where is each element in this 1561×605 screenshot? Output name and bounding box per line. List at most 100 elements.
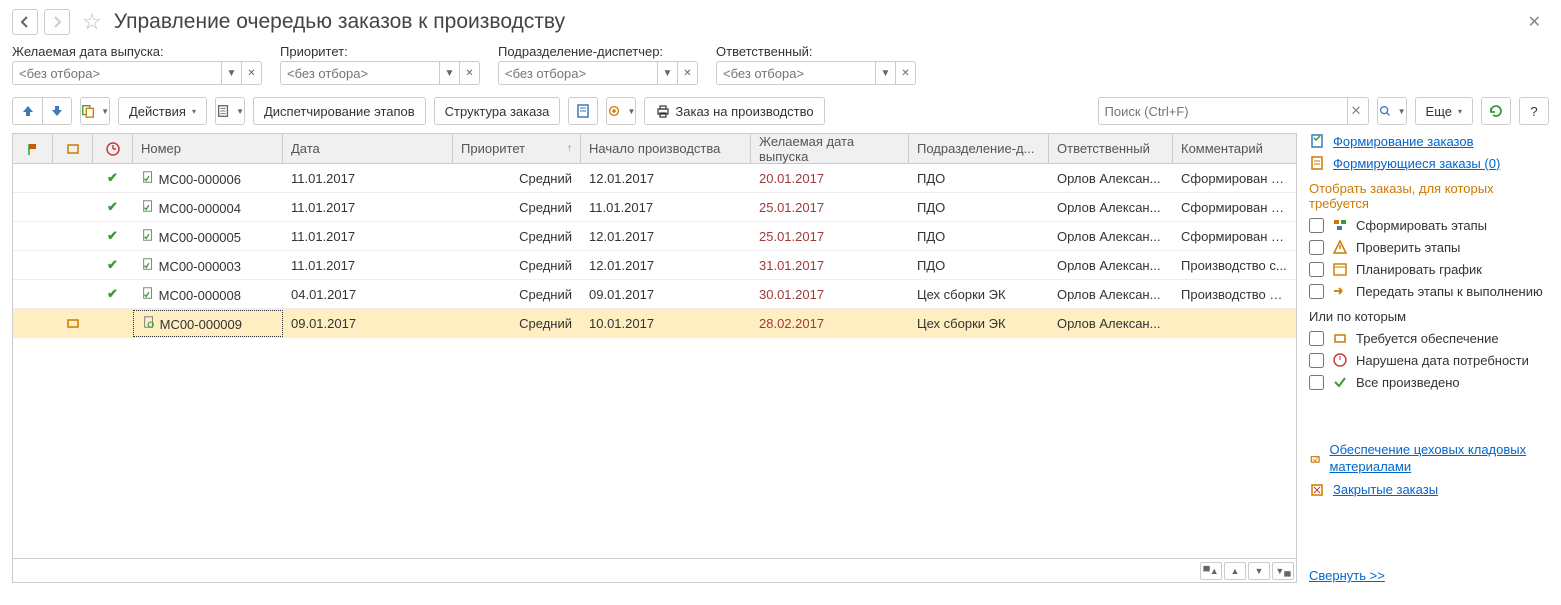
refresh-icon xyxy=(1488,103,1504,119)
actions-button[interactable]: Действия ▾ xyxy=(118,97,207,125)
filter-priority-dropdown[interactable]: ▼ xyxy=(440,61,460,85)
link-workshop-supply[interactable]: Обеспечение цеховых кладовых материалами xyxy=(1329,442,1549,476)
cell-department: Цех сборки ЭК xyxy=(909,283,1049,306)
cell-responsible: Орлов Алексан... xyxy=(1049,254,1173,277)
search-button[interactable]: ▼ xyxy=(1377,97,1407,125)
move-down-button[interactable] xyxy=(42,97,72,125)
table-row[interactable]: МС00-00000909.01.2017Средний10.01.201728… xyxy=(13,309,1296,338)
cell-department: ПДО xyxy=(909,196,1049,219)
plan-schedule-icon xyxy=(1332,261,1348,277)
header-responsible[interactable]: Ответственный xyxy=(1049,134,1173,163)
check-verify-stages[interactable] xyxy=(1309,240,1324,255)
header-priority[interactable]: Приоритет ↑ xyxy=(453,134,581,163)
header-desired[interactable]: Желаемая дата выпуска xyxy=(751,134,909,163)
cell-comment xyxy=(1173,319,1296,327)
nav-forward-button[interactable] xyxy=(44,9,70,35)
cell-department: Цех сборки ЭК xyxy=(909,312,1049,335)
help-button[interactable]: ? xyxy=(1519,97,1549,125)
orders-table: Номер Дата Приоритет ↑ Начало производст… xyxy=(12,133,1297,583)
check-green-icon: ✔ xyxy=(107,228,118,244)
check-date-violated[interactable] xyxy=(1309,353,1324,368)
link-forming-orders[interactable]: Формирующиеся заказы (0) xyxy=(1333,156,1500,171)
actions-label: Действия xyxy=(129,104,186,119)
copy-icon xyxy=(81,103,95,119)
report-button[interactable] xyxy=(568,97,598,125)
page-title: Управление очередью заказов к производст… xyxy=(114,10,565,34)
check-green-icon: ✔ xyxy=(107,170,118,186)
close-button[interactable]: ✕ xyxy=(1520,8,1549,36)
check-green-icon: ✔ xyxy=(107,286,118,302)
arrow-down-blue-icon xyxy=(49,103,65,119)
table-row[interactable]: ✔ МС00-00000804.01.2017Средний09.01.2017… xyxy=(13,280,1296,309)
check-send-stages[interactable] xyxy=(1309,284,1324,299)
nav-back-button[interactable] xyxy=(12,9,38,35)
cell-comment: Сформирован а... xyxy=(1173,167,1296,190)
check-all-done[interactable] xyxy=(1309,375,1324,390)
table-row[interactable]: ✔ МС00-00000511.01.2017Средний12.01.2017… xyxy=(13,222,1296,251)
header-number[interactable]: Номер xyxy=(133,134,283,163)
cell-priority: Средний xyxy=(453,254,581,277)
verify-stages-icon xyxy=(1332,239,1348,255)
check-supply-needed[interactable] xyxy=(1309,331,1324,346)
header-col-hold[interactable] xyxy=(53,134,93,163)
filter-department-dropdown[interactable]: ▼ xyxy=(658,61,678,85)
production-order-button[interactable]: Заказ на производство xyxy=(644,97,824,125)
link-form-orders[interactable]: Формирование заказов xyxy=(1333,134,1473,149)
check-form-stages-label: Сформировать этапы xyxy=(1356,218,1487,233)
dispatch-button[interactable]: Диспетчирование этапов xyxy=(253,97,426,125)
cell-start: 12.01.2017 xyxy=(581,254,751,277)
copy-button[interactable]: ▼ xyxy=(80,97,110,125)
header-date[interactable]: Дата xyxy=(283,134,453,163)
cell-department: ПДО xyxy=(909,225,1049,248)
cell-responsible: Орлов Алексан... xyxy=(1049,312,1173,335)
form-stages-icon xyxy=(1332,217,1348,233)
cell-start: 12.01.2017 xyxy=(581,167,751,190)
collapse-panel-link[interactable]: Свернуть >> xyxy=(1309,560,1549,583)
search-clear-button[interactable]: ✕ xyxy=(1345,97,1369,125)
filter-desired-date-input[interactable] xyxy=(12,61,222,85)
header-comment[interactable]: Комментарий xyxy=(1173,134,1296,163)
header-department[interactable]: Подразделение-д... xyxy=(909,134,1049,163)
document-icon xyxy=(141,259,155,274)
filter-desired-date-dropdown[interactable]: ▼ xyxy=(222,61,242,85)
table-row[interactable]: ✔ МС00-00000311.01.2017Средний12.01.2017… xyxy=(13,251,1296,280)
filter-responsible-dropdown[interactable]: ▼ xyxy=(876,61,896,85)
table-row[interactable]: ✔ МС00-00000411.01.2017Средний11.01.2017… xyxy=(13,193,1296,222)
check-plan-schedule[interactable] xyxy=(1309,262,1324,277)
filter-department-input[interactable] xyxy=(498,61,658,85)
search-icon xyxy=(1378,103,1392,119)
pager-last-button[interactable]: ▼▄ xyxy=(1272,562,1294,580)
filter-responsible-input[interactable] xyxy=(716,61,876,85)
pager-next-button[interactable]: ▼ xyxy=(1248,562,1270,580)
link-closed-orders[interactable]: Закрытые заказы xyxy=(1333,482,1438,497)
header-start[interactable]: Начало производства xyxy=(581,134,751,163)
pager-prev-button[interactable]: ▲ xyxy=(1224,562,1246,580)
filter-priority-clear[interactable]: ✕ xyxy=(460,61,480,85)
settings-button[interactable]: ▼ xyxy=(606,97,636,125)
header-col-flag[interactable] xyxy=(13,134,53,163)
cell-date: 04.01.2017 xyxy=(283,283,453,306)
check-form-stages[interactable] xyxy=(1309,218,1324,233)
pager-first-button[interactable]: ▀▲ xyxy=(1200,562,1222,580)
gear-icon xyxy=(607,103,621,119)
cell-date: 11.01.2017 xyxy=(283,196,453,219)
move-up-button[interactable] xyxy=(12,97,42,125)
structure-button[interactable]: Структура заказа xyxy=(434,97,561,125)
check-send-stages-label: Передать этапы к выполнению xyxy=(1356,284,1543,299)
search-input[interactable] xyxy=(1098,97,1348,125)
filter-responsible-clear[interactable]: ✕ xyxy=(896,61,916,85)
attach-button[interactable]: ▼ xyxy=(215,97,245,125)
cell-status: ✔ xyxy=(93,199,133,215)
header-col-time[interactable] xyxy=(93,134,133,163)
cell-desired: 30.01.2017 xyxy=(751,283,909,306)
filter-department-clear[interactable]: ✕ xyxy=(678,61,698,85)
refresh-button[interactable] xyxy=(1481,97,1511,125)
filter-priority-input[interactable] xyxy=(280,61,440,85)
cell-start: 11.01.2017 xyxy=(581,196,751,219)
table-row[interactable]: ✔ МС00-00000611.01.2017Средний12.01.2017… xyxy=(13,164,1296,193)
favorite-icon[interactable]: ☆ xyxy=(82,9,102,35)
filter-desired-date-clear[interactable]: ✕ xyxy=(242,61,262,85)
cell-comment: Сформирован а... xyxy=(1173,225,1296,248)
cell-status: ✔ xyxy=(93,228,133,244)
more-button[interactable]: Еще ▾ xyxy=(1415,97,1473,125)
